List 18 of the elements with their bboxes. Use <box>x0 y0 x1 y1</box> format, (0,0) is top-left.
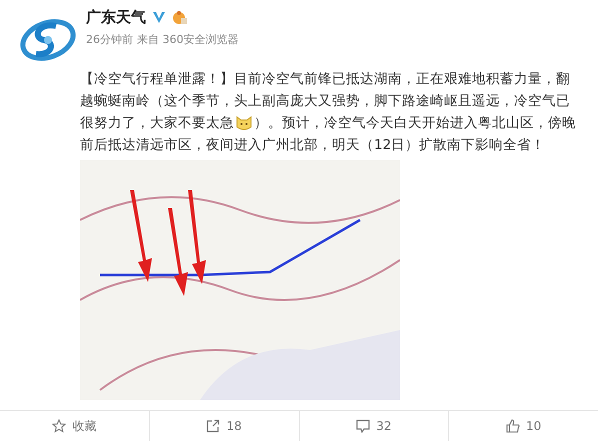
post-meta: 26分钟前 <box>86 32 133 47</box>
post-text: 前后抵达清远市区，夜间进入广州北部，明天（12日）扩散南下影响全省！ <box>80 136 546 155</box>
post-text: ）。预计，冷空气今天白天开始进入粤北山区，傍晚 <box>254 114 576 133</box>
comment-icon <box>356 419 370 433</box>
post-text: 越蜿蜒南岭（这个季节，头上副高庞大又强势，脚下路途崎岖且遥远，冷空气已 <box>80 92 570 111</box>
thumbs-up-icon <box>506 419 520 433</box>
cat-face-icon <box>235 114 253 132</box>
action-button[interactable]: 收藏 <box>48 416 100 436</box>
action-button[interactable]: 10 <box>502 417 546 435</box>
post-meta: 来自 360安全浏览器 <box>137 32 238 47</box>
share-icon <box>206 419 220 433</box>
badge-icon[interactable] <box>172 9 188 25</box>
post-text: 【冷空气行程单泄露！】目前冷空气前锋已抵达湖南，正在艰难地积蓄力量，翻 <box>80 70 570 89</box>
post-text: 很努力了，大家不要太急 <box>80 114 234 133</box>
action-button[interactable]: 18 <box>202 417 246 435</box>
account-name[interactable]: 广东天气 <box>86 8 146 26</box>
action-button[interactable]: 32 <box>352 417 396 435</box>
star-icon <box>52 419 66 433</box>
